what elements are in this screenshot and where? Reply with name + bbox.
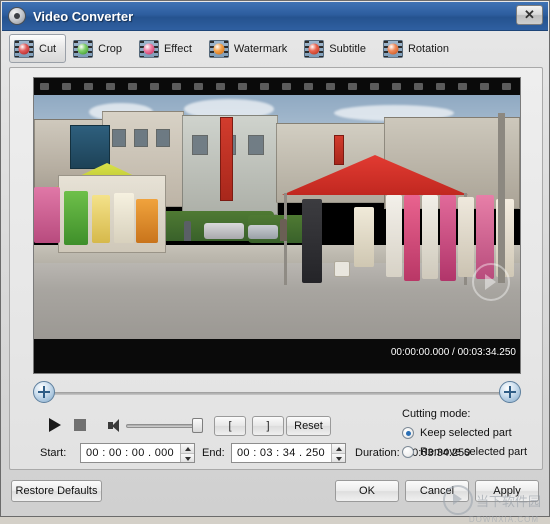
banner-sign — [220, 117, 233, 201]
banner-sign — [334, 135, 344, 165]
start-label: Start: — [40, 447, 67, 459]
end-time-input[interactable]: 00 : 03 : 34 . 250 — [231, 443, 346, 463]
restore-defaults-button[interactable]: Restore Defaults — [11, 480, 102, 502]
tab-subtitle-label: Subtitle — [329, 42, 366, 55]
close-icon[interactable]: ✕ — [516, 5, 543, 25]
stop-icon[interactable] — [72, 416, 90, 434]
video-converter-window: Video Converter ✕ Cut Crop Effect Waterm… — [0, 0, 550, 524]
tab-cut-label: Cut — [39, 42, 57, 55]
editor-toolbar: Cut Crop Effect Watermark Subtitle Rotat… — [5, 32, 547, 65]
film-strip-top — [34, 78, 520, 95]
pedestrian — [184, 221, 191, 241]
tab-rotation-label: Rotation — [407, 42, 449, 55]
utility-pole — [498, 113, 505, 283]
hanging-clothes — [404, 195, 420, 281]
end-time-down-icon[interactable] — [332, 453, 345, 462]
bucket — [334, 261, 350, 277]
car — [204, 223, 244, 239]
site-watermark-icon — [442, 485, 473, 515]
hanging-clothes — [302, 199, 322, 283]
cutting-mode-group: Cutting mode: Keep selected part Remove … — [402, 408, 542, 465]
radio-keep-selected-icon[interactable] — [402, 427, 414, 439]
site-watermark-sub: DOWNXIA.COM — [468, 515, 539, 524]
tab-effect-label: Effect — [163, 42, 192, 55]
volume-slider[interactable] — [126, 424, 202, 428]
ok-button[interactable]: OK — [335, 480, 399, 502]
preview-watermark-icon — [472, 263, 510, 301]
play-icon[interactable] — [46, 416, 64, 434]
end-time-value: 00 : 03 : 34 . 250 — [237, 447, 325, 459]
video-preview[interactable]: 00:00:00.000 / 00:03:34.250 — [33, 77, 521, 374]
start-time-up-icon[interactable] — [181, 444, 194, 454]
hanging-clothes — [354, 207, 374, 267]
radio-keep-selected[interactable]: Keep selected part — [402, 427, 542, 439]
hanging-clothes — [386, 195, 402, 277]
shop-sign — [70, 125, 110, 169]
film-cut-icon — [14, 39, 34, 58]
radio-remove-selected-icon[interactable] — [402, 446, 414, 458]
preview-time-overlay: 00:00:00.000 / 00:03:34.250 — [390, 347, 516, 358]
tab-effect[interactable]: Effect — [134, 34, 202, 63]
dialog-footer: Restore Defaults OK Cancel Apply 当下软件园 D… — [1, 471, 549, 524]
start-time-input[interactable]: 00 : 00 : 00 . 000 — [80, 443, 195, 463]
tab-watermark[interactable]: Watermark — [204, 34, 297, 63]
window-pane — [248, 135, 264, 155]
window-pane — [192, 135, 208, 155]
pedestrian — [280, 219, 287, 241]
site-watermark-text: 当下软件园 — [475, 493, 541, 509]
hanging-clothes — [458, 197, 474, 277]
window-pane — [134, 129, 148, 147]
end-time-stepper[interactable] — [331, 444, 345, 462]
reset-button[interactable]: Reset — [286, 416, 331, 436]
volume-icon[interactable] — [108, 419, 122, 432]
goods — [92, 195, 110, 243]
tab-rotation[interactable]: Rotation — [378, 34, 459, 63]
film-crop-icon — [73, 39, 94, 58]
radio-keep-selected-label: Keep selected part — [420, 427, 512, 439]
hanging-clothes — [422, 195, 438, 279]
start-time-down-icon[interactable] — [181, 453, 194, 462]
mark-out-button[interactable]: ] — [252, 416, 284, 436]
trim-end-handle[interactable] — [499, 381, 521, 403]
tab-watermark-label: Watermark — [233, 42, 288, 55]
disc-icon — [8, 7, 26, 25]
end-time-up-icon[interactable] — [332, 444, 345, 454]
film-subtitle-icon — [304, 39, 325, 58]
cutting-mode-title: Cutting mode: — [402, 408, 471, 420]
volume-knob[interactable] — [192, 418, 203, 433]
film-effect-icon — [138, 39, 159, 58]
window-pane — [112, 129, 126, 147]
car — [248, 225, 278, 239]
tab-crop[interactable]: Crop — [68, 34, 132, 63]
cut-panel: 00:00:00.000 / 00:03:34.250 [ ] Reset St… — [9, 67, 543, 470]
goods — [64, 191, 88, 245]
tab-cut[interactable]: Cut — [9, 34, 67, 63]
duration-label: Duration: — [355, 447, 400, 459]
start-time-stepper[interactable] — [180, 444, 194, 462]
mark-in-button[interactable]: [ — [214, 416, 246, 436]
film-watermark-icon — [208, 39, 229, 58]
tab-crop-label: Crop — [98, 42, 122, 55]
film-rotation-icon — [382, 39, 403, 58]
video-frame — [34, 95, 520, 339]
time-fields-row: Start: 00 : 00 : 00 . 000 End: 00 : 03 :… — [40, 443, 470, 465]
goods — [136, 199, 158, 243]
tab-subtitle[interactable]: Subtitle — [299, 34, 376, 63]
hanging-clothes — [440, 195, 456, 281]
trim-track[interactable] — [45, 392, 509, 395]
site-watermark: 当下软件园 DOWNXIA.COM — [442, 485, 541, 524]
radio-remove-selected-label: Remove selected part — [420, 446, 527, 458]
goods — [114, 193, 134, 243]
trim-start-handle[interactable] — [33, 381, 55, 403]
start-time-value: 00 : 00 : 00 . 000 — [86, 447, 174, 459]
trim-slider[interactable] — [33, 380, 521, 406]
window-pane — [156, 129, 170, 147]
window-title: Video Converter — [33, 8, 134, 24]
radio-remove-selected[interactable]: Remove selected part — [402, 446, 542, 458]
playback-controls: [ ] Reset — [46, 416, 331, 436]
title-bar: Video Converter ✕ — [2, 2, 548, 31]
goods — [34, 187, 60, 243]
end-label: End: — [202, 447, 225, 459]
